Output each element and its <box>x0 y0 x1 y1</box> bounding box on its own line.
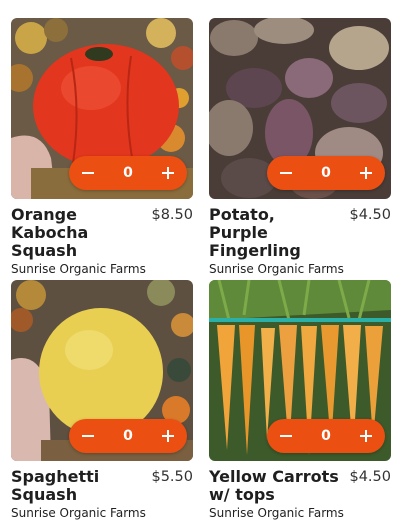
product-name[interactable]: Spaghetti Squash <box>11 468 151 504</box>
decrement-button[interactable] <box>267 419 305 453</box>
quantity-stepper: 0 <box>267 156 385 190</box>
decrement-button[interactable] <box>69 419 107 453</box>
plus-icon <box>360 430 372 442</box>
product-price: $5.50 <box>151 469 193 485</box>
quantity-stepper: 0 <box>69 156 187 190</box>
increment-button[interactable] <box>347 156 385 190</box>
quantity-stepper: 0 <box>267 419 385 453</box>
farm-name: Sunrise Organic Farms <box>209 262 344 276</box>
product-card[interactable]: 0 Orange Kabocha Squash $8.50 Sunrise Or… <box>11 18 193 277</box>
product-card[interactable]: 0 Yellow Carrots w/ tops $4.50 Sunrise O… <box>209 280 391 521</box>
product-price: $4.50 <box>349 207 391 223</box>
quantity-value: 0 <box>321 165 331 181</box>
minus-icon <box>280 435 292 437</box>
quantity-value: 0 <box>123 428 133 444</box>
product-image[interactable]: 0 <box>209 280 391 461</box>
increment-button[interactable] <box>347 419 385 453</box>
farm-name: Sunrise Organic Farms <box>11 506 146 520</box>
decrement-button[interactable] <box>267 156 305 190</box>
quantity-value: 0 <box>123 165 133 181</box>
product-name[interactable]: Yellow Carrots w/ tops <box>209 468 349 504</box>
product-image[interactable]: 0 <box>11 18 193 199</box>
product-name[interactable]: Potato, Purple Fingerling <box>209 206 334 260</box>
minus-icon <box>82 435 94 437</box>
plus-icon <box>162 430 174 442</box>
product-image[interactable]: 0 <box>209 18 391 199</box>
plus-icon <box>360 167 372 179</box>
farm-name: Sunrise Organic Farms <box>11 262 146 276</box>
product-image[interactable]: 0 <box>11 280 193 461</box>
decrement-button[interactable] <box>69 156 107 190</box>
increment-button[interactable] <box>149 156 187 190</box>
plus-icon <box>162 167 174 179</box>
increment-button[interactable] <box>149 419 187 453</box>
product-name[interactable]: Orange Kabocha Squash <box>11 206 136 260</box>
minus-icon <box>82 172 94 174</box>
product-price: $8.50 <box>151 207 193 223</box>
product-card[interactable]: 0 Potato, Purple Fingerling $4.50 Sunris… <box>209 18 391 277</box>
quantity-value: 0 <box>321 428 331 444</box>
product-grid: 0 Orange Kabocha Squash $8.50 Sunrise Or… <box>0 0 401 528</box>
farm-name: Sunrise Organic Farms <box>209 506 344 520</box>
minus-icon <box>280 172 292 174</box>
product-card[interactable]: 0 Spaghetti Squash $5.50 Sunrise Organic… <box>11 280 193 521</box>
quantity-stepper: 0 <box>69 419 187 453</box>
product-price: $4.50 <box>349 469 391 485</box>
